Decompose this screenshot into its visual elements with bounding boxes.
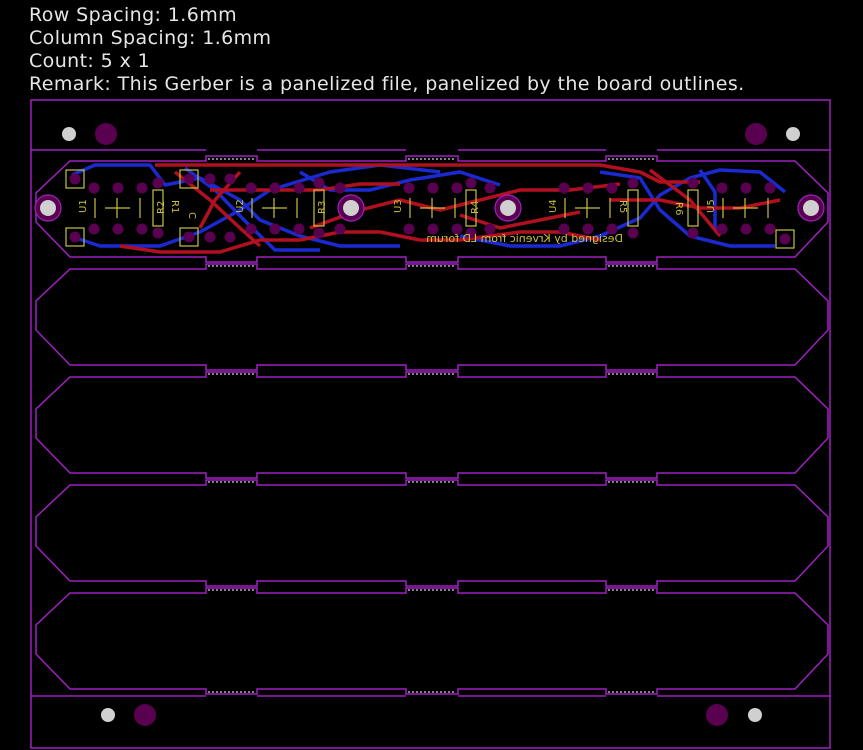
label-r6: R6 bbox=[673, 202, 684, 215]
label-r1: R1 bbox=[169, 200, 180, 213]
label-r4: R4 bbox=[470, 201, 481, 214]
label-c: C bbox=[186, 212, 197, 219]
board-credit-text: Designed by Krvenic from LD forum bbox=[426, 232, 623, 245]
label-r2: R2 bbox=[156, 201, 167, 214]
label-u4: U4 bbox=[548, 199, 559, 213]
label-u5: U5 bbox=[706, 199, 717, 213]
gerber-panel-view[interactable]: U1 U2 U3 U4 U5 R1 R2 R3 R4 R5 R6 C Desig… bbox=[0, 0, 863, 750]
label-u2: U2 bbox=[235, 199, 246, 213]
label-r5: R5 bbox=[617, 200, 628, 213]
component-labels: U1 U2 U3 U4 U5 R1 R2 R3 R4 R5 R6 C Desig… bbox=[78, 199, 717, 245]
label-u1: U1 bbox=[78, 199, 89, 213]
label-u3: U3 bbox=[393, 199, 404, 213]
label-r3: R3 bbox=[317, 201, 328, 214]
panel-outline bbox=[30, 99, 831, 749]
tooling-holes bbox=[62, 123, 800, 726]
